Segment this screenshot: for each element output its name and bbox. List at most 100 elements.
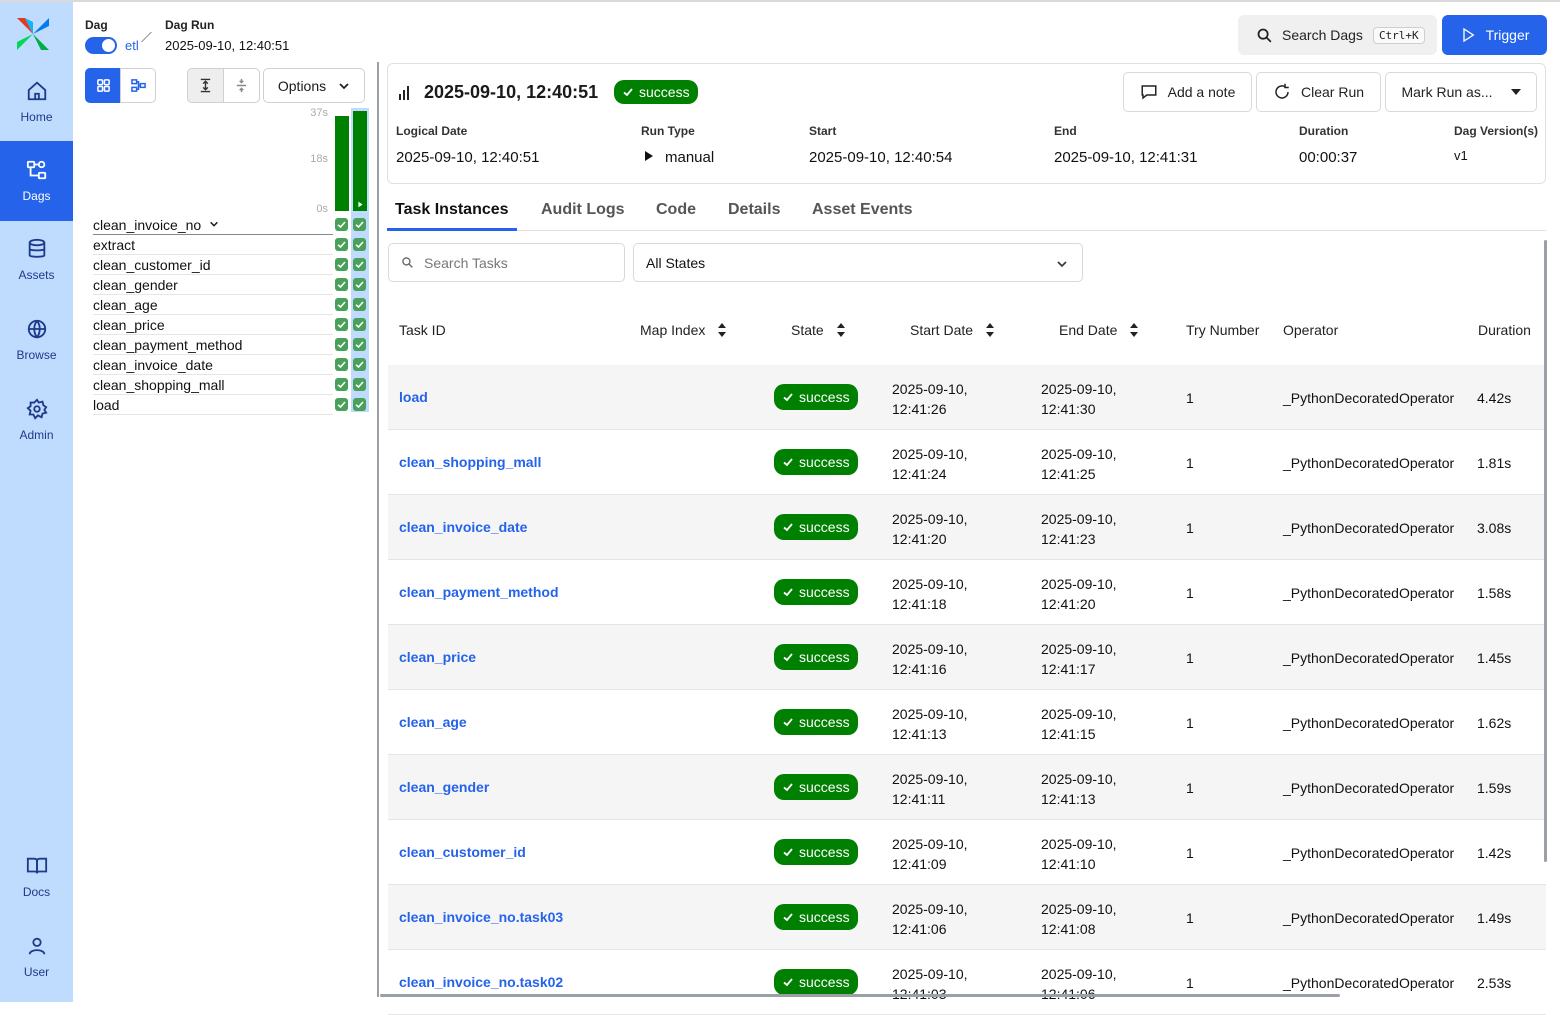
options-button[interactable]: Options — [263, 68, 365, 103]
search-tasks-placeholder: Search Tasks — [424, 254, 508, 271]
mark-run-as-button[interactable]: Mark Run as... — [1385, 72, 1537, 112]
task-state-cell[interactable] — [335, 238, 348, 251]
task-state-cell[interactable] — [335, 338, 348, 351]
task-state-cell-selected[interactable] — [353, 238, 366, 251]
dag-link[interactable]: etl — [125, 38, 139, 53]
add-note-button[interactable]: Add a note — [1123, 72, 1252, 112]
tab-code[interactable]: Code — [648, 195, 704, 231]
nav-admin[interactable]: Admin — [0, 380, 73, 460]
grid-task-row[interactable]: clean_customer_id — [93, 255, 366, 275]
trigger-button[interactable]: Trigger — [1442, 15, 1547, 55]
nav-dags[interactable]: Dags — [0, 141, 73, 221]
task-state-cell[interactable] — [335, 318, 348, 331]
task-id-link[interactable]: clean_customer_id — [399, 844, 526, 860]
start-time: 12:41:18 — [892, 596, 947, 612]
task-state-cell-selected[interactable] — [353, 398, 366, 411]
nav-docs[interactable]: Docs — [0, 837, 73, 917]
nav-browse[interactable]: Browse — [0, 300, 73, 380]
column-header-end-date[interactable]: End Date — [1059, 322, 1139, 338]
task-state-cell-selected[interactable] — [353, 258, 366, 271]
task-state-cell[interactable] — [335, 378, 348, 391]
grid-view-button[interactable] — [85, 68, 121, 103]
task-id-link[interactable]: clean_shopping_mall — [399, 454, 541, 470]
grid-task-row[interactable]: clean_age — [93, 295, 366, 315]
tab-details[interactable]: Details — [720, 195, 788, 231]
end-date-cell: 2025-09-10, 12:41:30 — [1041, 379, 1117, 419]
clear-run-button[interactable]: Clear Run — [1256, 72, 1381, 112]
nav-user[interactable]: User — [0, 917, 73, 997]
tab-audit-logs[interactable]: Audit Logs — [533, 195, 633, 231]
task-state-cell-selected[interactable] — [353, 358, 366, 371]
grid-task-row[interactable]: clean_invoice_no — [93, 215, 366, 235]
task-id-link[interactable]: clean_payment_method — [399, 584, 559, 600]
task-id-link[interactable]: clean_age — [399, 714, 467, 730]
column-header-state[interactable]: State — [791, 322, 846, 338]
horizontal-scrollbar[interactable] — [380, 994, 1340, 997]
grid-task-row[interactable]: load — [93, 395, 366, 415]
column-header-map-index[interactable]: Map Index — [640, 322, 727, 338]
clear-run-label: Clear Run — [1300, 84, 1365, 100]
task-id-link[interactable]: clean_invoice_date — [399, 519, 527, 535]
task-id-link[interactable]: clean_gender — [399, 779, 489, 795]
grid-task-row[interactable]: clean_price — [93, 315, 366, 335]
search-tasks-input[interactable]: Search Tasks — [388, 243, 625, 282]
run-duration-bar-selected[interactable] — [353, 111, 367, 211]
duration-cell: 1.59s — [1477, 780, 1512, 796]
task-state-cell[interactable] — [335, 358, 348, 371]
task-state-cell-selected[interactable] — [353, 338, 366, 351]
task-state-cell[interactable] — [335, 398, 348, 411]
duration-cell: 1.58s — [1477, 585, 1512, 601]
state-filter-select[interactable]: All States — [633, 243, 1083, 282]
panel-divider[interactable] — [377, 62, 379, 997]
graph-view-button[interactable] — [120, 68, 156, 103]
task-id-link[interactable]: clean_price — [399, 649, 476, 665]
end-date-cell: 2025-09-10, 12:41:08 — [1041, 899, 1117, 939]
column-header-label: Duration — [1478, 322, 1531, 338]
column-header-start-date[interactable]: Start Date — [910, 322, 995, 338]
task-state-cell-selected[interactable] — [353, 218, 366, 231]
nav-assets[interactable]: Assets — [0, 220, 73, 300]
dag-pause-toggle[interactable] — [85, 37, 117, 54]
column-header-task-id[interactable]: Task ID — [399, 322, 446, 338]
end-date-cell: 2025-09-10, 12:41:23 — [1041, 509, 1117, 549]
check-icon — [355, 241, 364, 249]
check-icon — [355, 301, 364, 309]
expand-all-button[interactable] — [187, 68, 224, 103]
search-icon — [402, 257, 413, 268]
end-time: 12:41:17 — [1041, 661, 1096, 677]
task-id-link[interactable]: clean_invoice_no.task02 — [399, 974, 563, 990]
status-badge-text: success — [799, 974, 850, 990]
run-duration-bar[interactable] — [335, 116, 349, 211]
grid-task-row[interactable]: extract — [93, 235, 366, 255]
column-header-duration[interactable]: Duration — [1478, 322, 1531, 338]
search-icon — [1257, 28, 1272, 43]
task-state-cell[interactable] — [335, 278, 348, 291]
task-state-cell-selected[interactable] — [353, 298, 366, 311]
nav-home[interactable]: Home — [0, 62, 73, 142]
airflow-logo[interactable] — [13, 14, 53, 54]
task-state-cell-selected[interactable] — [353, 378, 366, 391]
tab-task-instances[interactable]: Task Instances — [387, 195, 517, 231]
task-state-cell-selected[interactable] — [353, 318, 366, 331]
grid-task-row[interactable]: clean_shopping_mall — [93, 375, 366, 395]
search-dags-button[interactable]: Search Dags Ctrl+K — [1238, 15, 1437, 55]
column-header-operator[interactable]: Operator — [1283, 322, 1338, 338]
try-number-cell: 1 — [1186, 390, 1194, 406]
end-time: 12:41:13 — [1041, 791, 1096, 807]
task-state-cell[interactable] — [335, 258, 348, 271]
task-state-cell[interactable] — [335, 218, 348, 231]
task-state-cell[interactable] — [335, 298, 348, 311]
tab-asset-events[interactable]: Asset Events — [804, 195, 921, 231]
task-id-link[interactable]: clean_invoice_no.task03 — [399, 909, 563, 925]
grid-task-row[interactable]: clean_invoice_date — [93, 355, 366, 375]
task-state-cell-selected[interactable] — [353, 278, 366, 291]
task-id-link[interactable]: load — [399, 389, 428, 405]
collapse-all-button[interactable] — [223, 68, 260, 103]
check-icon — [355, 401, 364, 409]
status-badge: success — [774, 839, 858, 865]
column-header-try-number[interactable]: Try Number — [1186, 322, 1259, 338]
status-badge-text: success — [799, 584, 850, 600]
grid-task-row[interactable]: clean_gender — [93, 275, 366, 295]
grid-task-row[interactable]: clean_payment_method — [93, 335, 366, 355]
vertical-scrollbar[interactable] — [1544, 240, 1547, 862]
